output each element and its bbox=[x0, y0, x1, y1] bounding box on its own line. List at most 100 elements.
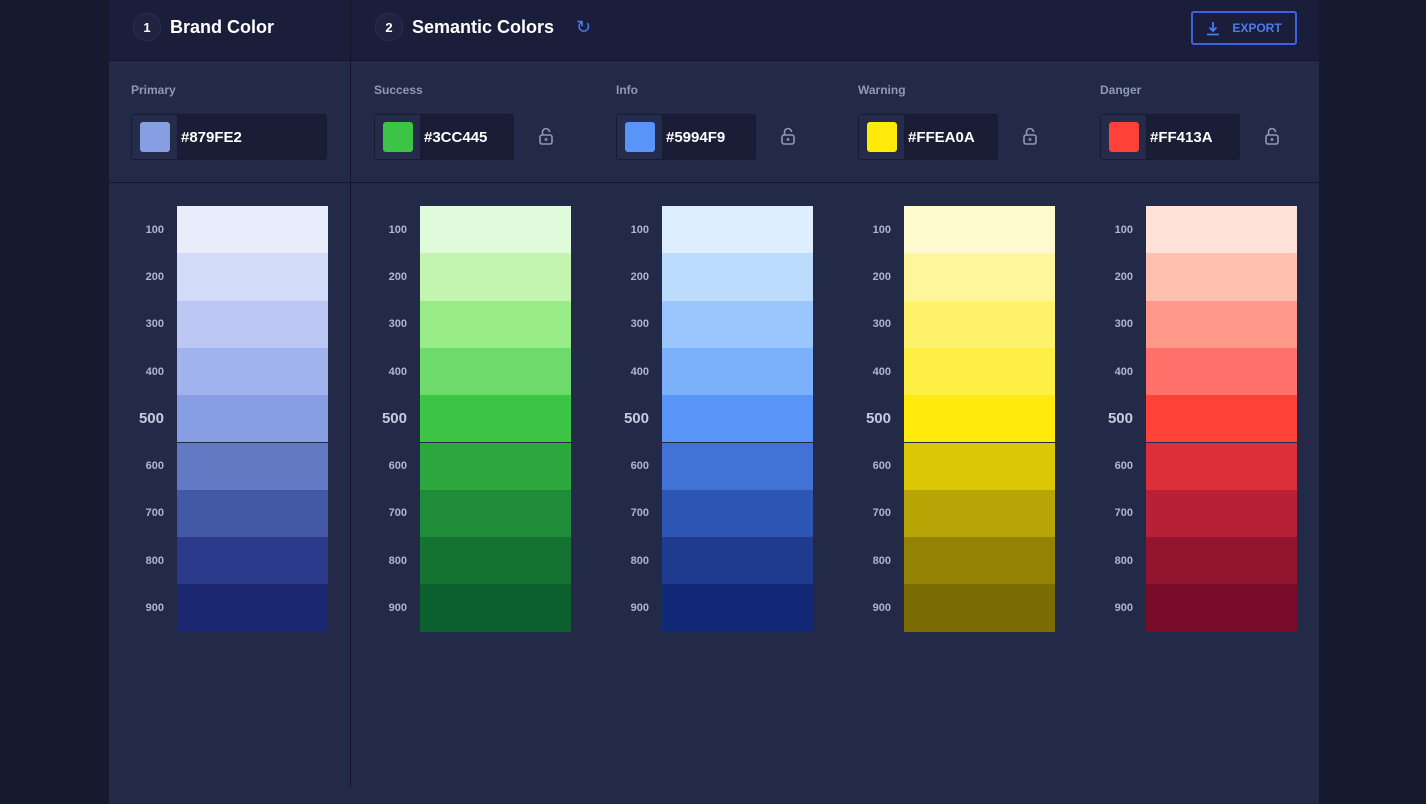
shade-swatch[interactable] bbox=[1146, 253, 1297, 301]
shade-swatch[interactable] bbox=[1146, 347, 1297, 396]
shade-row: 200 bbox=[1091, 253, 1297, 301]
primary-color-input[interactable]: #879FE2 bbox=[131, 114, 327, 160]
shade-swatch[interactable] bbox=[177, 347, 328, 396]
color-picker-swatch[interactable] bbox=[617, 115, 663, 159]
shade-label: 400 bbox=[630, 365, 649, 378]
shade-label: 300 bbox=[388, 318, 407, 331]
shade-swatch[interactable] bbox=[662, 253, 813, 301]
shade-swatch[interactable] bbox=[420, 489, 571, 538]
shade-swatch[interactable] bbox=[904, 537, 1055, 585]
shade-swatch[interactable] bbox=[420, 347, 571, 396]
shade-swatch[interactable] bbox=[420, 395, 571, 443]
step-brand-color: 1 Brand Color bbox=[133, 13, 274, 41]
shade-row: 700 bbox=[1091, 489, 1297, 538]
shade-row: 900 bbox=[1091, 584, 1297, 632]
unlock-icon[interactable] bbox=[781, 127, 795, 150]
color-label: Success bbox=[374, 83, 423, 97]
shade-swatch[interactable] bbox=[662, 584, 813, 632]
shade-swatch[interactable] bbox=[1146, 206, 1297, 254]
danger-color-input[interactable]: #FF413A bbox=[1100, 114, 1240, 160]
success-color-input[interactable]: #3CC445 bbox=[374, 114, 514, 160]
shade-swatch[interactable] bbox=[662, 206, 813, 254]
shade-swatch[interactable] bbox=[662, 395, 813, 443]
shade-row: 300 bbox=[849, 300, 1055, 348]
shade-swatch[interactable] bbox=[904, 442, 1055, 490]
shade-swatch[interactable] bbox=[662, 489, 813, 538]
shade-swatch[interactable] bbox=[177, 537, 328, 585]
shade-label: 600 bbox=[1114, 460, 1133, 473]
shade-swatch[interactable] bbox=[904, 395, 1055, 443]
info-color-input[interactable]: #5994F9 bbox=[616, 114, 756, 160]
shade-row: 800 bbox=[1091, 537, 1297, 585]
shade-swatch[interactable] bbox=[1146, 300, 1297, 348]
shade-swatch[interactable] bbox=[177, 300, 328, 348]
shade-swatch[interactable] bbox=[1146, 489, 1297, 538]
hex-value[interactable]: #5994F9 bbox=[666, 129, 725, 146]
shade-swatch[interactable] bbox=[904, 584, 1055, 632]
shade-label: 700 bbox=[1114, 507, 1133, 520]
warning-color-input[interactable]: #FFEA0A bbox=[858, 114, 998, 160]
shade-row: 400 bbox=[849, 347, 1055, 396]
shade-swatch[interactable] bbox=[904, 347, 1055, 396]
shade-label: 100 bbox=[1114, 223, 1133, 236]
unlock-icon[interactable] bbox=[539, 127, 553, 150]
shade-label: 600 bbox=[145, 460, 164, 473]
shade-row: 700 bbox=[849, 489, 1055, 538]
color-picker-swatch[interactable] bbox=[132, 115, 178, 159]
shade-swatch[interactable] bbox=[420, 206, 571, 254]
shade-row: 400 bbox=[607, 347, 813, 396]
shade-swatch[interactable] bbox=[420, 442, 571, 490]
shade-row: 200 bbox=[849, 253, 1055, 301]
shade-row: 200 bbox=[365, 253, 571, 301]
hex-value[interactable]: #FF413A bbox=[1150, 129, 1213, 146]
shade-swatch[interactable] bbox=[904, 489, 1055, 538]
shade-swatch[interactable] bbox=[662, 442, 813, 490]
shade-swatch[interactable] bbox=[1146, 537, 1297, 585]
shade-swatch[interactable] bbox=[662, 347, 813, 396]
shade-swatch[interactable] bbox=[420, 537, 571, 585]
shade-swatch[interactable] bbox=[177, 395, 328, 443]
shade-label: 500 bbox=[138, 410, 164, 428]
export-button[interactable]: EXPORT bbox=[1191, 11, 1297, 45]
shade-label: 800 bbox=[145, 554, 164, 567]
shade-swatch[interactable] bbox=[420, 300, 571, 348]
shade-swatch[interactable] bbox=[1146, 584, 1297, 632]
shade-row: 800 bbox=[849, 537, 1055, 585]
shade-row: 100 bbox=[365, 206, 571, 254]
color-picker-swatch[interactable] bbox=[375, 115, 421, 159]
shade-swatch[interactable] bbox=[904, 206, 1055, 254]
shade-label: 200 bbox=[388, 270, 407, 283]
shade-swatch[interactable] bbox=[420, 584, 571, 632]
shade-label: 600 bbox=[630, 460, 649, 473]
shade-label: 300 bbox=[872, 318, 891, 331]
refresh-icon[interactable]: ↻ bbox=[576, 17, 591, 38]
shade-swatch[interactable] bbox=[420, 253, 571, 301]
shade-swatch[interactable] bbox=[1146, 395, 1297, 443]
shade-label: 200 bbox=[145, 270, 164, 283]
header: 1 Brand Color 2 Semantic Colors ↻ EXPORT bbox=[109, 0, 1319, 61]
shade-label: 800 bbox=[388, 554, 407, 567]
color-label: Warning bbox=[858, 83, 906, 97]
section-divider bbox=[350, 0, 351, 787]
shade-row: 200 bbox=[122, 253, 328, 301]
shade-label: 100 bbox=[388, 223, 407, 236]
color-picker-swatch[interactable] bbox=[859, 115, 905, 159]
shade-swatch[interactable] bbox=[904, 253, 1055, 301]
shade-swatch[interactable] bbox=[177, 206, 328, 254]
shade-swatch[interactable] bbox=[904, 300, 1055, 348]
hex-value[interactable]: #3CC445 bbox=[424, 129, 487, 146]
shade-swatch[interactable] bbox=[662, 300, 813, 348]
shade-swatch[interactable] bbox=[177, 253, 328, 301]
shade-swatch[interactable] bbox=[1146, 442, 1297, 490]
unlock-icon[interactable] bbox=[1265, 127, 1279, 150]
step-title: Brand Color bbox=[170, 16, 275, 37]
hex-value[interactable]: #879FE2 bbox=[181, 129, 242, 146]
shade-swatch[interactable] bbox=[177, 489, 328, 538]
color-picker-swatch[interactable] bbox=[1101, 115, 1147, 159]
shade-swatch[interactable] bbox=[177, 584, 328, 632]
shade-row: 800 bbox=[122, 537, 328, 585]
unlock-icon[interactable] bbox=[1023, 127, 1037, 150]
shade-swatch[interactable] bbox=[177, 442, 328, 490]
shade-swatch[interactable] bbox=[662, 537, 813, 585]
hex-value[interactable]: #FFEA0A bbox=[908, 129, 975, 146]
